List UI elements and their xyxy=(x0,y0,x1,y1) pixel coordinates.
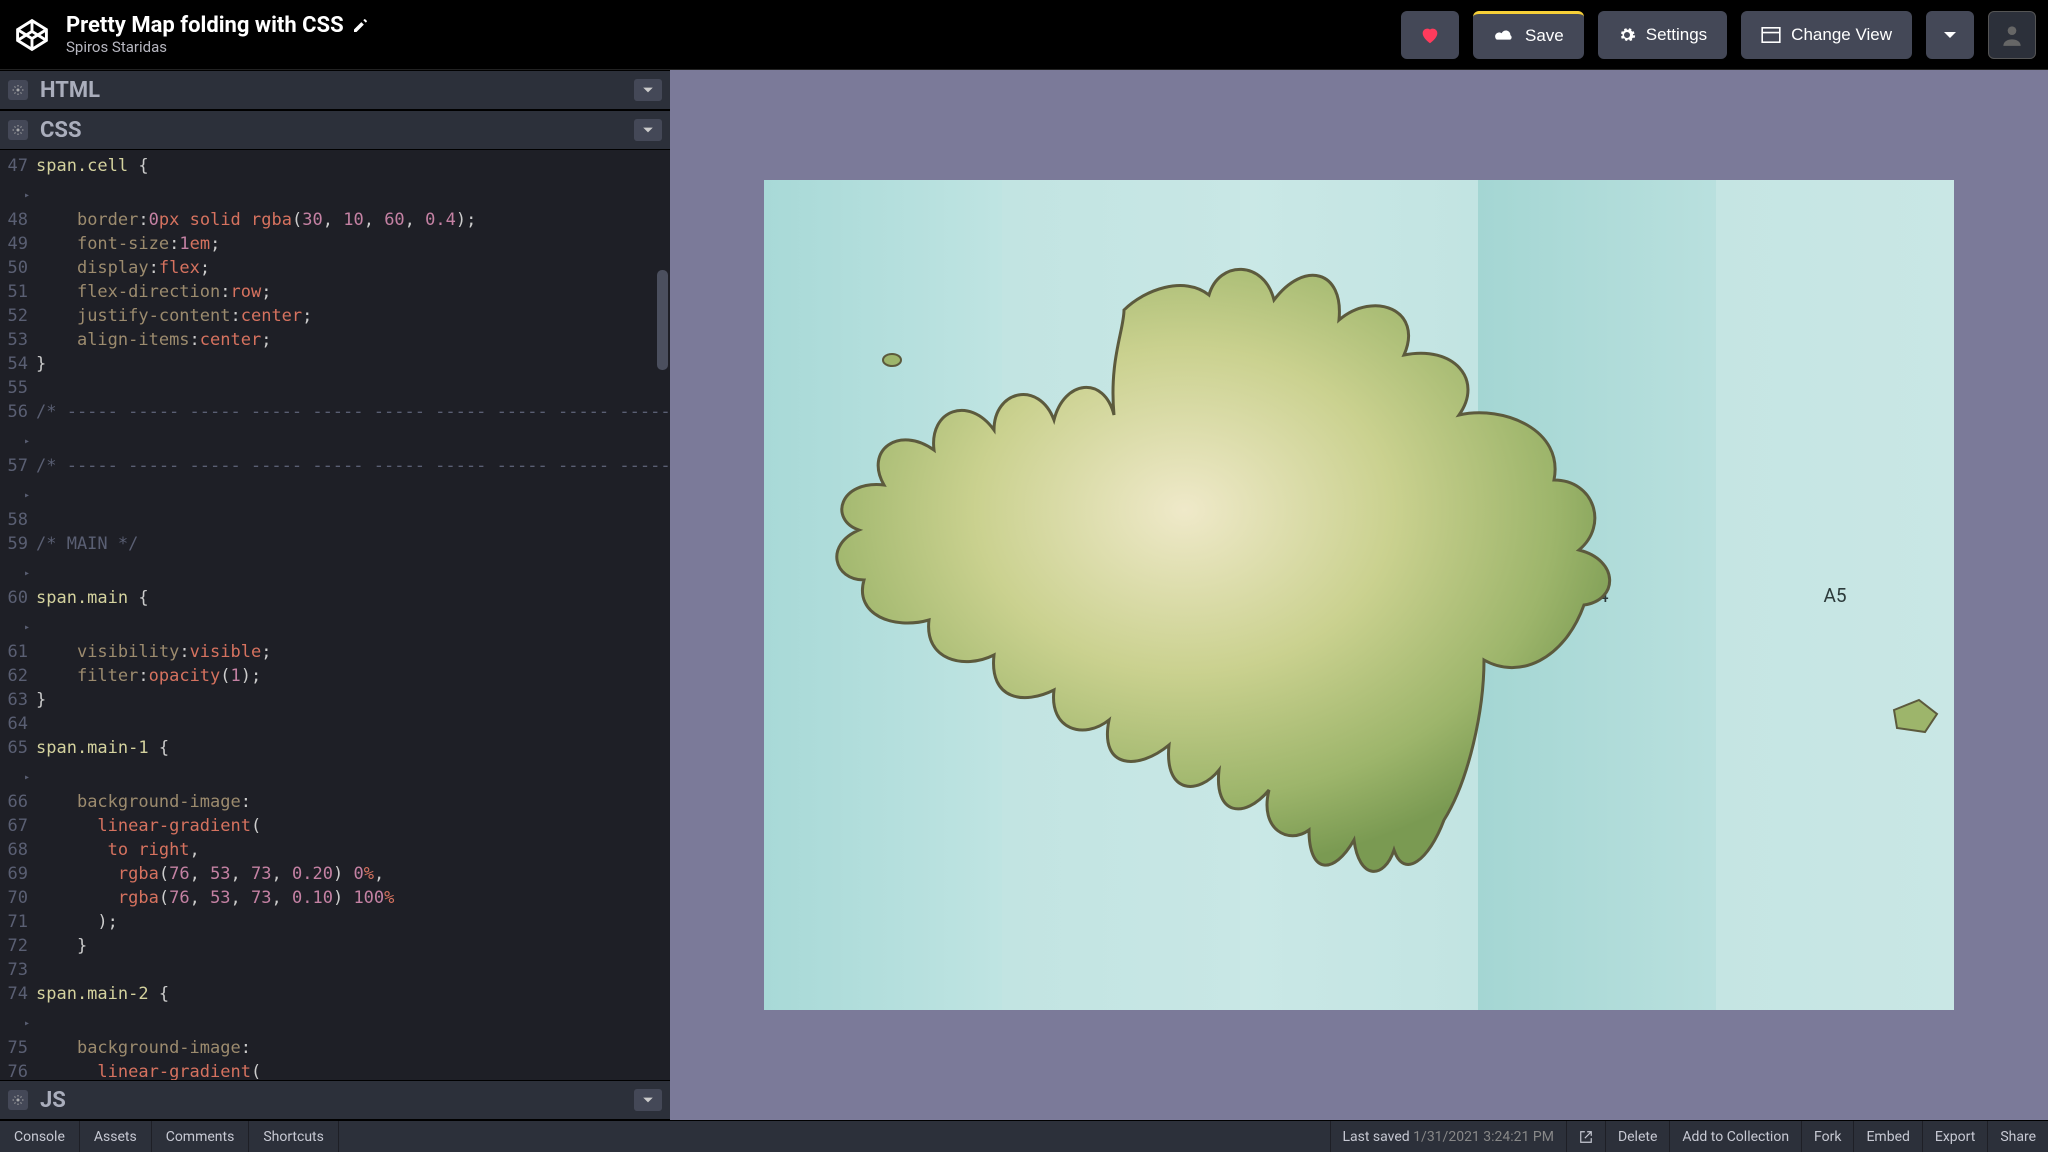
code-line[interactable]: 55 xyxy=(0,376,670,400)
code-line[interactable]: 47span.cell { xyxy=(0,154,670,208)
editor-column: HTML CSS 47span.cell {48 border:0px soli… xyxy=(0,70,670,1120)
settings-label: Settings xyxy=(1646,25,1707,45)
fork-button[interactable]: Fork xyxy=(1801,1121,1853,1152)
preview-pane: A1 A2 A3 A4 A5 xyxy=(670,70,2048,1120)
heart-icon xyxy=(1419,24,1441,46)
comments-button[interactable]: Comments xyxy=(152,1121,250,1152)
author-name[interactable]: Spiros Staridas xyxy=(66,38,368,56)
code-line[interactable]: 64 xyxy=(0,712,670,736)
code-line[interactable]: 66 background-image: xyxy=(0,790,670,814)
code-line[interactable]: 51 flex-direction:row; xyxy=(0,280,670,304)
add-collection-button[interactable]: Add to Collection xyxy=(1669,1121,1801,1152)
code-line[interactable]: 54} xyxy=(0,352,670,376)
cloud-icon xyxy=(1493,28,1515,44)
code-line[interactable]: 48 border:0px solid rgba(30, 10, 60, 0.4… xyxy=(0,208,670,232)
code-line[interactable]: 52 justify-content:center; xyxy=(0,304,670,328)
code-line[interactable]: 61 visibility:visible; xyxy=(0,640,670,664)
layout-icon xyxy=(1761,27,1781,43)
open-window-button[interactable] xyxy=(1566,1121,1605,1152)
map-canvas: A1 A2 A3 A4 A5 xyxy=(764,180,1954,1010)
code-line[interactable]: 70 rgba(76, 53, 73, 0.10) 100% xyxy=(0,886,670,910)
js-panel-header[interactable]: JS xyxy=(0,1080,670,1120)
edit-title-icon[interactable] xyxy=(352,18,368,34)
top-bar: Pretty Map folding with CSS Spiros Stari… xyxy=(0,0,2048,70)
code-line[interactable]: 68 to right, xyxy=(0,838,670,862)
css-panel-label: CSS xyxy=(40,118,622,143)
css-panel-toggle[interactable] xyxy=(634,119,662,141)
html-panel-header[interactable]: HTML xyxy=(0,70,670,110)
code-line[interactable]: 62 filter:opacity(1); xyxy=(0,664,670,688)
code-line[interactable]: 73 xyxy=(0,958,670,982)
map-panel-a1: A1 xyxy=(764,180,1002,1010)
code-line[interactable]: 63} xyxy=(0,688,670,712)
save-button[interactable]: Save xyxy=(1473,11,1584,59)
map-label: A3 xyxy=(1347,584,1370,607)
code-line[interactable]: 65span.main-1 { xyxy=(0,736,670,790)
js-settings-icon[interactable] xyxy=(8,1090,28,1110)
js-panel-label: JS xyxy=(40,1088,622,1113)
map-panel-a4: A4 xyxy=(1478,180,1716,1010)
assets-button[interactable]: Assets xyxy=(80,1121,152,1152)
pen-title[interactable]: Pretty Map folding with CSS xyxy=(66,13,344,38)
code-line[interactable]: 53 align-items:center; xyxy=(0,328,670,352)
embed-button[interactable]: Embed xyxy=(1853,1121,1921,1152)
js-panel-toggle[interactable] xyxy=(634,1089,662,1111)
console-button[interactable]: Console xyxy=(0,1121,80,1152)
delete-button[interactable]: Delete xyxy=(1605,1121,1669,1152)
map-panel-a5: A5 xyxy=(1716,180,1954,1010)
shortcuts-button[interactable]: Shortcuts xyxy=(249,1121,339,1152)
code-line[interactable]: 57/* ----- ----- ----- ----- ----- -----… xyxy=(0,454,670,508)
title-block: Pretty Map folding with CSS Spiros Stari… xyxy=(66,13,368,56)
code-line[interactable]: 71 ); xyxy=(0,910,670,934)
map-label: A2 xyxy=(1109,584,1132,607)
gear-icon xyxy=(1618,26,1636,44)
html-panel-toggle[interactable] xyxy=(634,79,662,101)
external-link-icon xyxy=(1579,1130,1593,1144)
code-line[interactable]: 60span.main { xyxy=(0,586,670,640)
export-button[interactable]: Export xyxy=(1922,1121,1987,1152)
change-view-dropdown[interactable] xyxy=(1926,11,1974,59)
code-line[interactable]: 49 font-size:1em; xyxy=(0,232,670,256)
code-line[interactable]: 74span.main-2 { xyxy=(0,982,670,1036)
code-line[interactable]: 69 rgba(76, 53, 73, 0.20) 0%, xyxy=(0,862,670,886)
code-line[interactable]: 76 linear-gradient( xyxy=(0,1060,670,1080)
main-area: HTML CSS 47span.cell {48 border:0px soli… xyxy=(0,70,2048,1120)
css-settings-icon[interactable] xyxy=(8,120,28,140)
map-panel-a3: A3 xyxy=(1240,180,1478,1010)
chevron-down-icon xyxy=(642,1096,654,1104)
map-label: A4 xyxy=(1585,584,1608,607)
codepen-logo[interactable] xyxy=(12,15,52,55)
chevron-down-icon xyxy=(642,126,654,134)
html-panel-label: HTML xyxy=(40,78,622,103)
chevron-down-icon xyxy=(1943,30,1957,40)
map-panel-a2: A2 xyxy=(1002,180,1240,1010)
css-panel-header[interactable]: CSS xyxy=(0,110,670,150)
html-settings-icon[interactable] xyxy=(8,80,28,100)
css-editor[interactable]: 47span.cell {48 border:0px solid rgba(30… xyxy=(0,150,670,1080)
code-line[interactable]: 72 } xyxy=(0,934,670,958)
heart-button[interactable] xyxy=(1401,11,1459,59)
save-label: Save xyxy=(1525,26,1564,46)
change-view-label: Change View xyxy=(1791,25,1892,45)
code-line[interactable]: 67 linear-gradient( xyxy=(0,814,670,838)
code-line[interactable]: 56/* ----- ----- ----- ----- ----- -----… xyxy=(0,400,670,454)
user-avatar[interactable] xyxy=(1988,11,2036,59)
last-saved: Last saved 1/31/2021 3:24:21 PM xyxy=(1330,1121,1566,1152)
share-button[interactable]: Share xyxy=(1987,1121,2048,1152)
change-view-button[interactable]: Change View xyxy=(1741,11,1912,59)
code-line[interactable]: 75 background-image: xyxy=(0,1036,670,1060)
code-line[interactable]: 58 xyxy=(0,508,670,532)
footer-bar: Console Assets Comments Shortcuts Last s… xyxy=(0,1120,2048,1152)
editor-scrollbar[interactable] xyxy=(657,270,668,370)
code-line[interactable]: 50 display:flex; xyxy=(0,256,670,280)
map-label: A5 xyxy=(1823,584,1846,607)
chevron-down-icon xyxy=(642,86,654,94)
map-label: A1 xyxy=(871,584,894,607)
code-line[interactable]: 59/* MAIN */ xyxy=(0,532,670,586)
settings-button[interactable]: Settings xyxy=(1598,11,1727,59)
